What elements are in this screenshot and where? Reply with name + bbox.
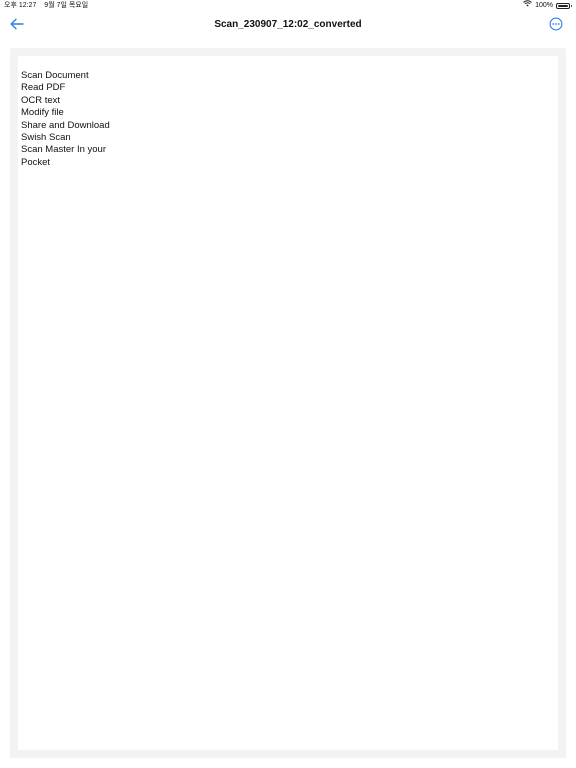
more-options-button[interactable] xyxy=(548,17,564,36)
document-line: Pocket xyxy=(21,156,51,168)
wifi-icon xyxy=(523,0,532,12)
page-title: Scan_230907_12:02_converted xyxy=(214,19,362,30)
document-line: Scan Document xyxy=(21,70,89,81)
navigation-bar: Scan_230907_12:02_converted xyxy=(0,12,576,40)
document-line: Swish Scan xyxy=(21,132,71,144)
status-bar: 오후 12:27 9월 7일 목요일 100% xyxy=(0,0,576,12)
document-line: Scan Master In your xyxy=(21,144,107,156)
status-indicators: 100% xyxy=(523,0,572,12)
document-line: Modify file xyxy=(21,107,64,119)
document-viewer[interactable]: Scan Document Read PDF OCR text Modify f… xyxy=(10,48,566,758)
status-time: 오후 12:27 xyxy=(4,2,37,9)
document-page[interactable]: Scan Document Read PDF OCR text Modify f… xyxy=(18,56,558,750)
document-line: OCR text xyxy=(21,94,61,106)
document-line: Read PDF xyxy=(21,82,66,94)
ellipsis-circle-icon xyxy=(549,17,563,36)
status-date: 9월 7일 목요일 xyxy=(44,2,89,9)
status-time-date: 오후 12:27 9월 7일 목요일 xyxy=(4,0,88,12)
battery-percent: 100% xyxy=(535,2,553,9)
battery-icon xyxy=(556,3,572,9)
document-line: Share and Download xyxy=(21,119,110,131)
